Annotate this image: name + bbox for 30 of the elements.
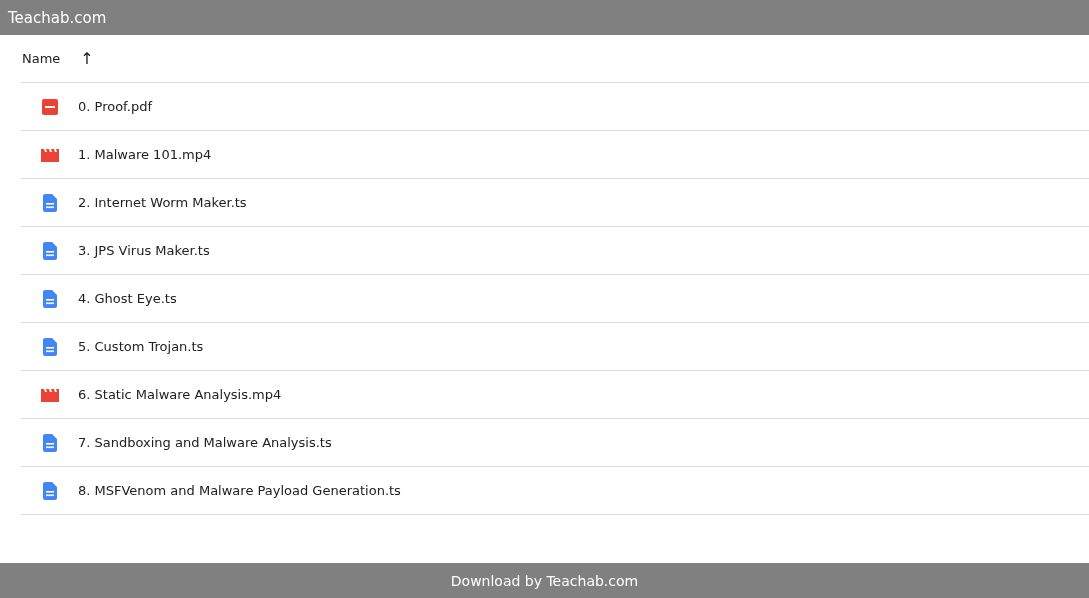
file-name: 2. Internet Worm Maker.ts xyxy=(78,195,247,210)
file-name: 0. Proof.pdf xyxy=(78,99,152,114)
footer-text: Download by Teachab.com xyxy=(450,572,639,589)
name-column-header[interactable]: Name ↑ xyxy=(21,49,94,68)
document-file-icon xyxy=(42,337,57,356)
file-row[interactable]: 6. Static Malware Analysis.mp4 xyxy=(21,371,1089,419)
site-title: Teachab.com xyxy=(8,8,107,27)
file-name: 5. Custom Trojan.ts xyxy=(78,339,204,354)
file-row[interactable]: 2. Internet Worm Maker.ts xyxy=(21,179,1089,227)
document-file-icon xyxy=(42,241,57,260)
pdf-file-icon xyxy=(41,98,58,115)
document-file-icon xyxy=(42,481,57,500)
file-row[interactable]: 4. Ghost Eye.ts xyxy=(21,275,1089,323)
file-name: 8. MSFVenom and Malware Payload Generation.ts xyxy=(78,483,401,498)
file-row[interactable]: 8. MSFVenom and Malware Payload Generation.ts xyxy=(21,467,1089,515)
file-name: 1. Malware 101.mp4 xyxy=(78,147,212,162)
file-row[interactable]: 1. Malware 101.mp4 xyxy=(21,131,1089,179)
file-row[interactable]: 7. Sandboxing and Malware Analysis.ts xyxy=(21,419,1089,467)
file-row[interactable]: 5. Custom Trojan.ts xyxy=(21,323,1089,371)
file-row[interactable]: 3. JPS Virus Maker.ts xyxy=(21,227,1089,275)
document-file-icon xyxy=(42,193,57,212)
video-file-icon xyxy=(40,387,59,402)
document-file-icon xyxy=(42,433,57,452)
file-name: 4. Ghost Eye.ts xyxy=(78,291,177,306)
document-file-icon xyxy=(42,289,57,308)
file-name: 3. JPS Virus Maker.ts xyxy=(78,243,210,258)
file-name: 7. Sandboxing and Malware Analysis.ts xyxy=(78,435,332,450)
file-name: 6. Static Malware Analysis.mp4 xyxy=(78,387,282,402)
file-row[interactable]: 0. Proof.pdf xyxy=(21,83,1089,131)
video-file-icon xyxy=(40,147,59,162)
